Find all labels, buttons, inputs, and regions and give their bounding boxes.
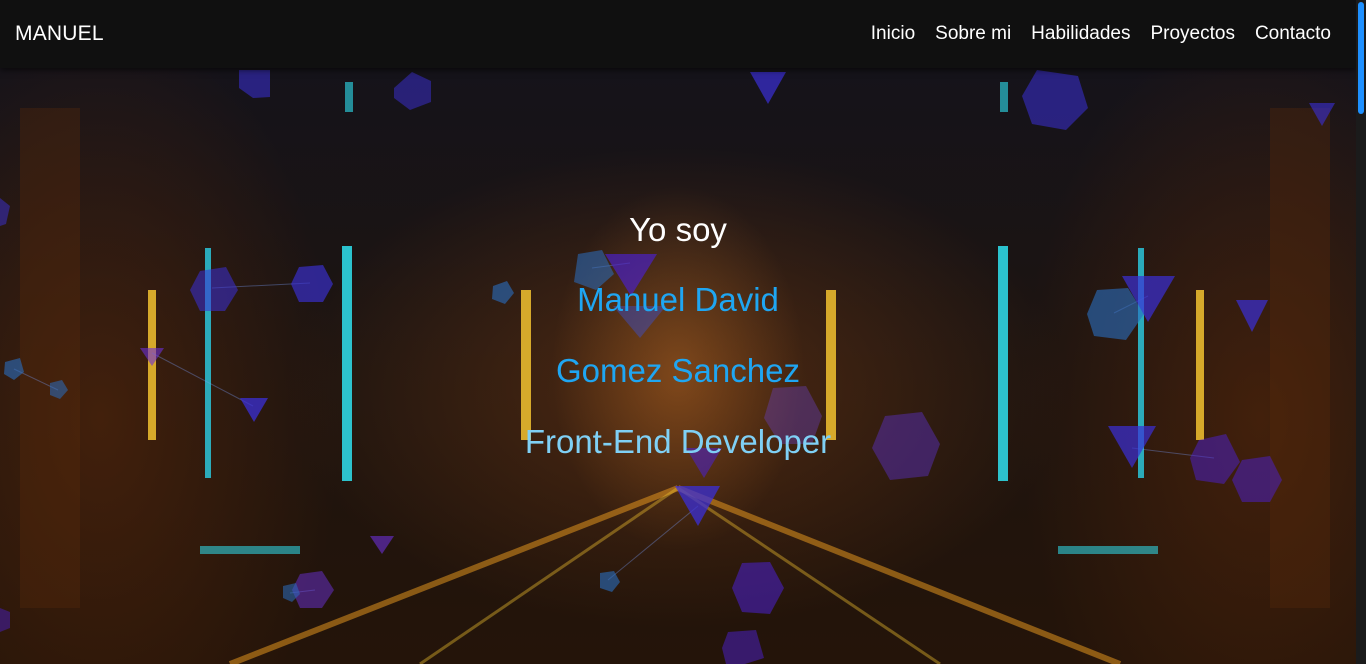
nav-link-contacto[interactable]: Contacto (1255, 23, 1331, 45)
hero-section: Yo soy Manuel David Gomez Sanchez Front-… (0, 68, 1356, 664)
nav-link-proyectos[interactable]: Proyectos (1150, 23, 1234, 45)
navbar: MANUEL Inicio Sobre mi Habilidades Proye… (0, 0, 1356, 68)
nav-link-habilidades[interactable]: Habilidades (1031, 23, 1130, 45)
scrollbar-thumb[interactable] (1358, 2, 1364, 114)
page-scrollbar[interactable] (1356, 0, 1366, 664)
nav-link-sobre-mi[interactable]: Sobre mi (935, 23, 1011, 45)
greeting-text: Yo soy (629, 211, 727, 248)
brand-logo[interactable]: MANUEL (15, 22, 104, 46)
nav-link-inicio[interactable]: Inicio (871, 23, 915, 45)
first-name-text: Manuel David (577, 281, 779, 318)
last-name-text: Gomez Sanchez (556, 352, 800, 389)
nav-links: Inicio Sobre mi Habilidades Proyectos Co… (851, 23, 1331, 45)
role-text: Front-End Developer (524, 423, 832, 460)
